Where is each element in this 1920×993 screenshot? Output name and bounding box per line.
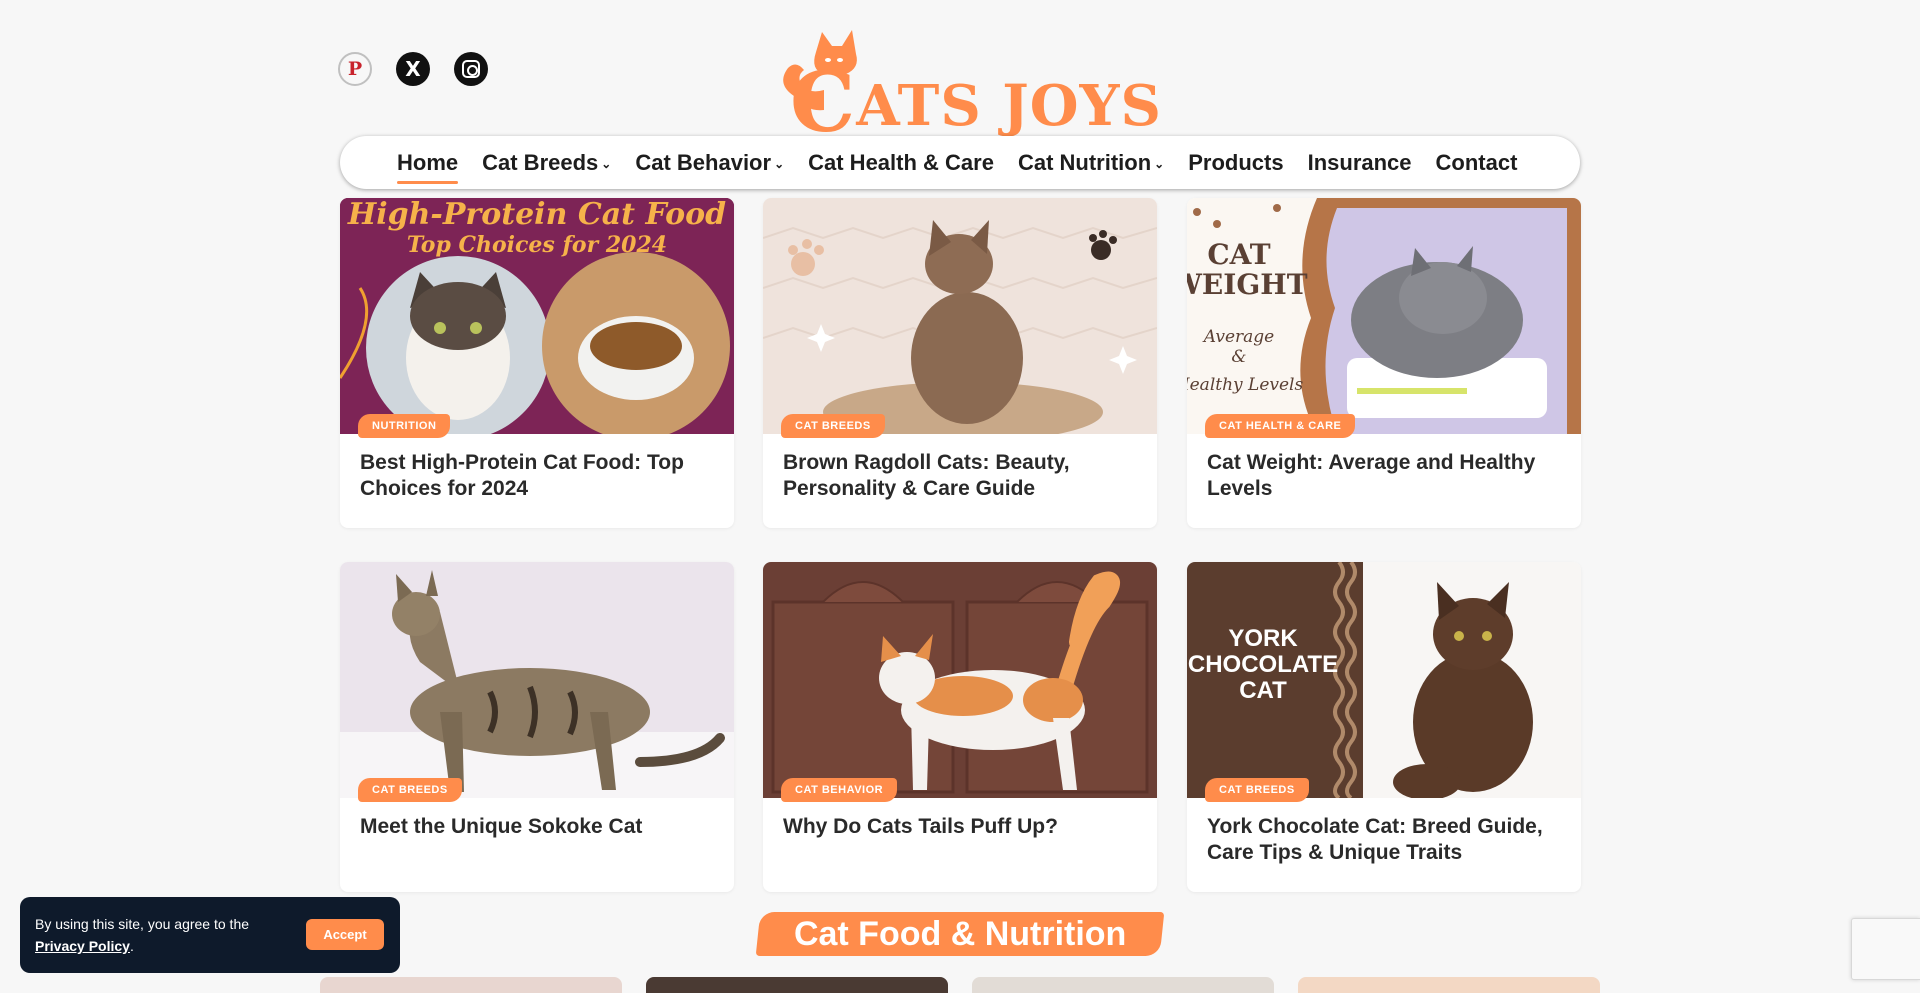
image-subheadline-2: & [1231, 347, 1246, 367]
chevron-down-icon: ⌄ [1154, 156, 1165, 171]
nav-insurance[interactable]: Insurance [1308, 150, 1412, 176]
nav-cat-breeds[interactable]: Cat Breeds ⌄ [482, 150, 611, 176]
category-badge[interactable]: CAT BREEDS [781, 414, 885, 438]
high-protein-food-image: High-Protein Cat Food Top Choices for 20… [340, 198, 734, 434]
privacy-policy-link[interactable]: Privacy Policy [35, 938, 130, 954]
nav-contact[interactable]: Contact [1436, 150, 1518, 176]
brown-ragdoll-image [763, 198, 1157, 434]
category-badge[interactable]: CAT HEALTH & CARE [1205, 414, 1356, 438]
post-card[interactable]: CAT BREEDS Meet the Unique Sokoke Cat [340, 562, 734, 892]
main-navigation: Home Cat Breeds ⌄ Cat Behavior ⌄ Cat Healt… [340, 136, 1580, 189]
image-headline-3: CAT [1239, 677, 1287, 704]
image-headline-2: WEIGHT [1187, 268, 1308, 301]
post-thumbnail[interactable]: High-Protein Cat Food Top Choices for 20… [340, 198, 734, 434]
social-links: P X [338, 52, 488, 86]
post-thumbnail[interactable]: CAT WEIGHT Average & Healthy Levels [1187, 198, 1581, 434]
york-chocolate-cat-image: YORK CHOCOLATE CAT [1187, 562, 1581, 798]
post-thumbnail[interactable] [763, 198, 1157, 434]
cookie-banner: By using this site, you agree to the Pri… [20, 897, 400, 973]
post-thumbnail[interactable]: YORK CHOCOLATE CAT [1187, 562, 1581, 798]
logo-wordmark: CATS JOYS [790, 55, 1162, 151]
recaptcha-badge[interactable] [1851, 918, 1920, 980]
cat-weight-image: CAT WEIGHT Average & Healthy Levels [1187, 198, 1581, 434]
image-subheadline-3: Healthy Levels [1187, 375, 1303, 395]
post-title[interactable]: York Chocolate Cat: Breed Guide, Care Ti… [1207, 814, 1557, 866]
sokoke-cat-image [340, 562, 734, 798]
post-thumbnail[interactable] [1298, 977, 1600, 993]
post-title[interactable]: Brown Ragdoll Cats: Beauty, Personality … [783, 450, 1133, 502]
post-title[interactable]: Meet the Unique Sokoke Cat [360, 814, 710, 840]
accept-button[interactable]: Accept [306, 919, 384, 950]
chevron-down-icon: ⌄ [774, 156, 785, 171]
nav-cat-behavior[interactable]: Cat Behavior ⌄ [635, 150, 784, 176]
post-thumbnail[interactable] [320, 977, 622, 993]
post-card[interactable]: YORK CHOCOLATE CAT CAT BREEDS York Choco… [1187, 562, 1581, 892]
cookie-message: By using this site, you agree to the Pri… [35, 916, 250, 954]
post-title[interactable]: Cat Weight: Average and Healthy Levels [1207, 450, 1557, 502]
nav-products[interactable]: Products [1188, 150, 1283, 176]
site-header: P X CATS JOYS [0, 0, 1920, 144]
puffed-tail-cat-image [763, 562, 1157, 798]
post-title[interactable]: Best High-Protein Cat Food: Top Choices … [360, 450, 710, 502]
post-card[interactable]: High-Protein Cat Food Top Choices for 20… [340, 198, 734, 528]
post-thumbnail[interactable] [340, 562, 734, 798]
site-logo[interactable]: CATS JOYS [770, 20, 1170, 144]
post-card[interactable]: CAT WEIGHT Average & Healthy Levels CAT … [1187, 198, 1581, 528]
chevron-down-icon: ⌄ [601, 156, 612, 171]
section-heading-text: Cat Food & Nutrition [793, 914, 1127, 953]
image-subheadline: Average [1202, 327, 1274, 347]
post-thumbnail[interactable] [763, 562, 1157, 798]
post-card[interactable]: CAT BREEDS Brown Ragdoll Cats: Beauty, P… [763, 198, 1157, 528]
pinterest-icon[interactable]: P [338, 52, 372, 86]
nav-cat-nutrition[interactable]: Cat Nutrition ⌄ [1018, 150, 1164, 176]
nav-cat-health-care[interactable]: Cat Health & Care [808, 150, 994, 176]
instagram-icon[interactable] [454, 52, 488, 86]
post-card[interactable]: CAT BEHAVIOR Why Do Cats Tails Puff Up? [763, 562, 1157, 892]
post-title[interactable]: Why Do Cats Tails Puff Up? [783, 814, 1133, 840]
x-icon[interactable]: X [396, 52, 430, 86]
image-subheadline: Top Choices for 2024 [407, 232, 667, 258]
image-headline: High-Protein Cat Food [347, 198, 726, 232]
category-badge[interactable]: CAT BEHAVIOR [781, 778, 898, 802]
image-headline: CAT [1207, 238, 1270, 271]
category-badge[interactable]: CAT BREEDS [358, 778, 462, 802]
image-headline: YORK [1228, 625, 1298, 652]
section-heading: Cat Food & Nutrition [755, 912, 1165, 956]
post-thumbnail[interactable] [972, 977, 1274, 993]
post-thumbnail[interactable] [646, 977, 948, 993]
nav-home[interactable]: Home [397, 150, 459, 184]
image-headline-2: CHOCOLATE [1188, 651, 1338, 678]
category-badge[interactable]: NUTRITION [358, 414, 451, 438]
category-badge[interactable]: CAT BREEDS [1205, 778, 1309, 802]
